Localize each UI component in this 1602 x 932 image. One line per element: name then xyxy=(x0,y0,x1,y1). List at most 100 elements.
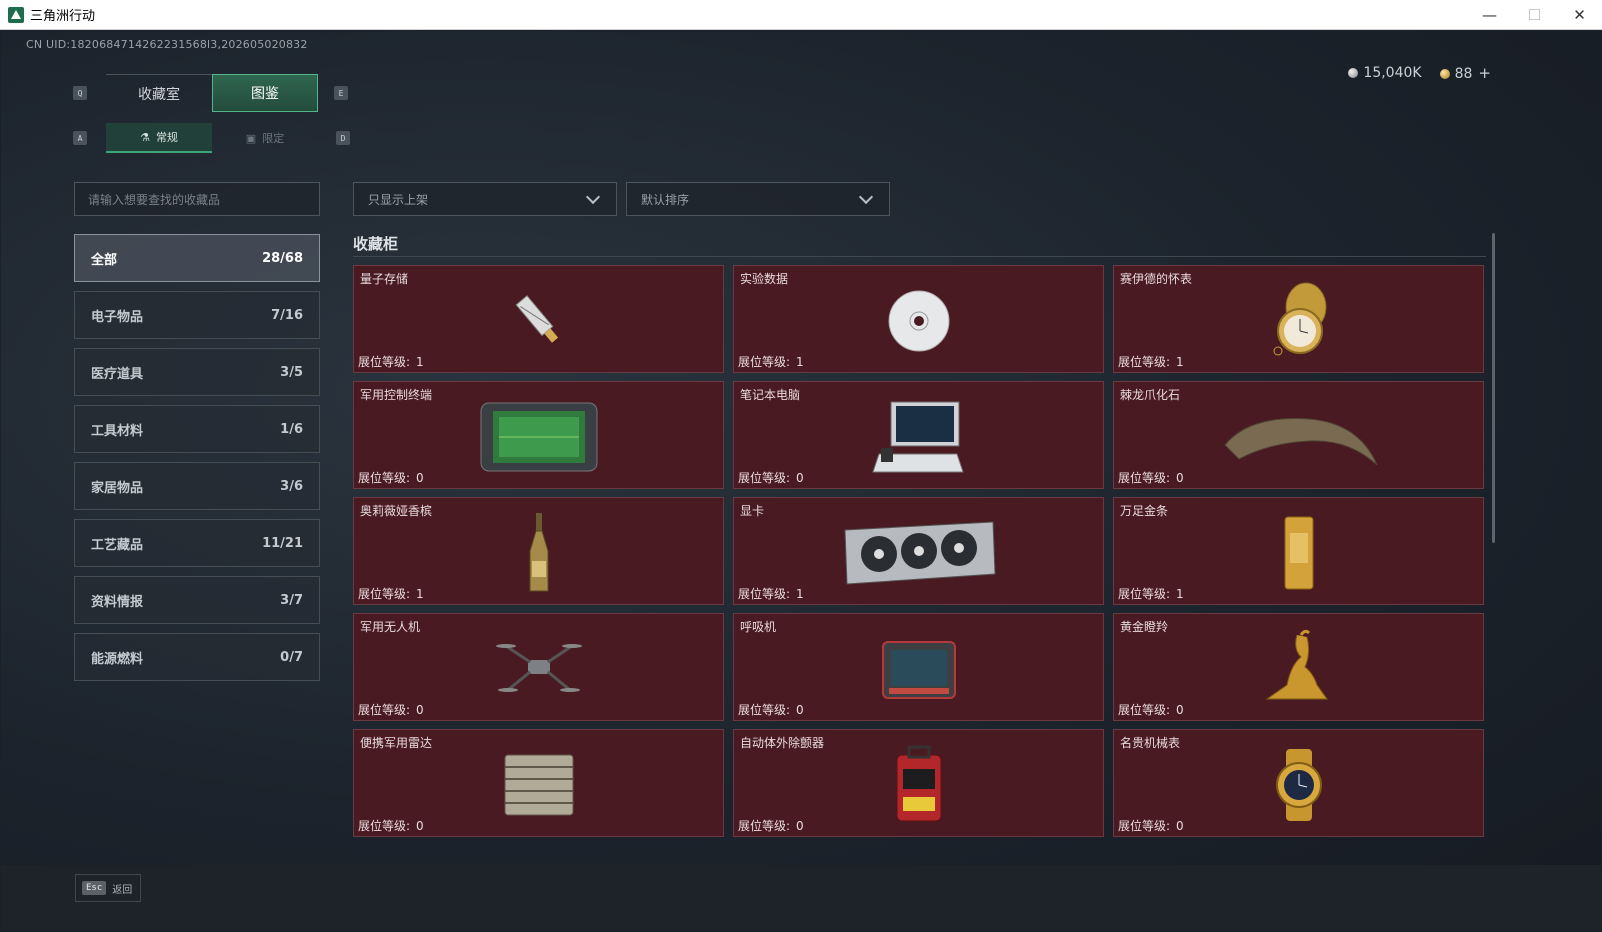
currency-display: 15,040K 88 + xyxy=(1348,64,1491,82)
collection-grid: 量子存储 展位等级: 1 实验数据 展位等级: 1 赛伊德的怀表 展位等级: 1 军用… xyxy=(353,265,1489,837)
flask-icon: ⚗ xyxy=(140,130,150,144)
maximize-button[interactable]: ☐ xyxy=(1512,0,1557,30)
champagne-icon xyxy=(529,513,548,592)
ventilator-icon xyxy=(881,641,956,700)
q-key-hint: Q xyxy=(73,86,87,100)
display-level: 展位等级: 0 xyxy=(738,703,804,717)
uid-text: CN UID:1820684714262231568l3,20260502083… xyxy=(26,38,308,51)
collection-card[interactable]: 实验数据 展位等级: 1 xyxy=(733,265,1104,373)
display-level: 展位等级: 1 xyxy=(358,587,424,601)
item-name: 自动体外除颤器 xyxy=(740,736,825,750)
item-name: 名贵机械表 xyxy=(1120,736,1181,750)
collection-card[interactable]: 万足金条 展位等级: 1 xyxy=(1113,497,1484,605)
tab-collection-room[interactable]: 收藏室 xyxy=(106,74,212,112)
category-all[interactable]: 全部 28/68 xyxy=(74,234,320,282)
collection-card[interactable]: 笔记本电脑 展位等级: 0 xyxy=(733,381,1104,489)
graphics-card-icon xyxy=(843,521,996,585)
window-title: 三角洲行动 xyxy=(30,9,96,24)
control-terminal-icon xyxy=(480,402,597,472)
item-name: 显卡 xyxy=(740,504,765,518)
gold-currency[interactable]: 88 + xyxy=(1439,64,1491,82)
item-name: 呼吸机 xyxy=(740,620,777,634)
collection-card[interactable]: 量子存储 展位等级: 1 xyxy=(353,265,724,373)
item-name: 奥莉薇娅香槟 xyxy=(360,504,433,518)
collection-card[interactable]: 黄金瞪羚 展位等级: 0 xyxy=(1113,613,1484,721)
search-input[interactable]: 请输入想要查找的收藏品 xyxy=(74,182,320,216)
category-household[interactable]: 家居物品 3/6 xyxy=(74,462,320,510)
item-name: 黄金瞪羚 xyxy=(1120,620,1169,634)
wristwatch-icon xyxy=(1275,749,1322,822)
collection-card[interactable]: 自动体外除颤器 展位等级: 0 xyxy=(733,729,1104,837)
back-label: 返回 xyxy=(112,884,133,896)
silver-currency: 15,040K xyxy=(1348,65,1422,81)
chevron-down-icon xyxy=(858,189,874,204)
display-level: 展位等级: 0 xyxy=(738,471,804,485)
back-button[interactable]: Esc 返回 xyxy=(75,874,141,902)
gold-gazelle-icon xyxy=(1264,630,1328,700)
bottom-bar xyxy=(1,865,1601,931)
drone-icon xyxy=(495,644,582,693)
claw-fossil-icon xyxy=(1223,418,1377,466)
display-level: 展位等级: 1 xyxy=(358,355,424,369)
tab-catalog[interactable]: 图鉴 xyxy=(212,74,318,112)
laptop-icon xyxy=(871,401,964,473)
item-name: 万足金条 xyxy=(1120,504,1169,518)
a-key-hint: A xyxy=(73,131,87,145)
sub-tabs: ⚗ 常规 ▣ 限定 xyxy=(106,123,318,153)
collection-card[interactable]: 赛伊德的怀表 展位等级: 1 xyxy=(1113,265,1484,373)
category-electronics[interactable]: 电子物品 7/16 xyxy=(74,291,320,339)
category-list: 全部 28/68 电子物品 7/16 医疗道具 3/5 工具材料 1/6 家居物品 3/6… xyxy=(74,234,320,690)
display-level: 展位等级: 0 xyxy=(358,703,424,717)
item-name: 棘龙爪化石 xyxy=(1120,388,1181,402)
window-titlebar: 三角洲行动 — ☐ ✕ xyxy=(0,0,1602,30)
section-divider xyxy=(353,256,1486,257)
display-level: 展位等级: 1 xyxy=(738,587,804,601)
collection-card[interactable]: 军用控制终端 展位等级: 0 xyxy=(353,381,724,489)
picture-icon: ▣ xyxy=(245,131,257,145)
display-level: 展位等级: 0 xyxy=(358,471,424,485)
close-button[interactable]: ✕ xyxy=(1557,0,1602,30)
tab-regular[interactable]: ⚗ 常规 xyxy=(106,123,212,153)
category-tools[interactable]: 工具材料 1/6 xyxy=(74,405,320,453)
item-name: 便携军用雷达 xyxy=(360,736,433,750)
display-level: 展位等级: 0 xyxy=(1118,471,1184,485)
section-title: 收藏柜 xyxy=(353,235,399,253)
chevron-down-icon xyxy=(585,189,601,204)
sort-dropdown[interactable]: 默认排序 xyxy=(626,182,890,216)
display-level: 展位等级: 0 xyxy=(1118,703,1184,717)
item-name: 笔记本电脑 xyxy=(740,388,801,402)
category-intel[interactable]: 资料情报 3/7 xyxy=(74,576,320,624)
category-fuel[interactable]: 能源燃料 0/7 xyxy=(74,633,320,681)
shelf-filter-dropdown[interactable]: 只显示上架 xyxy=(353,182,617,216)
collection-card[interactable]: 名贵机械表 展位等级: 0 xyxy=(1113,729,1484,837)
display-level: 展位等级: 0 xyxy=(738,819,804,833)
tab-limited[interactable]: ▣ 限定 xyxy=(212,123,318,153)
pocket-watch-icon xyxy=(1273,282,1326,356)
main-tabs: 收藏室 图鉴 xyxy=(106,74,318,112)
collection-card[interactable]: 奥莉薇娅香槟 展位等级: 1 xyxy=(353,497,724,605)
collection-card[interactable]: 呼吸机 展位等级: 0 xyxy=(733,613,1104,721)
game-viewport: CN UID:1820684714262231568l3,20260502083… xyxy=(1,31,1601,931)
add-currency-icon[interactable]: + xyxy=(1478,64,1491,82)
display-level: 展位等级: 1 xyxy=(1118,587,1184,601)
esc-key-hint: Esc xyxy=(82,881,107,895)
grid-scrollbar[interactable] xyxy=(1492,233,1495,543)
category-medical[interactable]: 医疗道具 3/5 xyxy=(74,348,320,396)
disc-icon xyxy=(888,290,949,352)
display-level: 展位等级: 1 xyxy=(738,355,804,369)
collection-card[interactable]: 便携军用雷达 展位等级: 0 xyxy=(353,729,724,837)
collection-card[interactable]: 军用无人机 展位等级: 0 xyxy=(353,613,724,721)
minimize-button[interactable]: — xyxy=(1467,0,1512,30)
d-key-hint: D xyxy=(336,131,350,145)
display-level: 展位等级: 1 xyxy=(1118,355,1184,369)
item-name: 军用无人机 xyxy=(360,620,421,634)
e-key-hint: E xyxy=(334,86,348,100)
app-logo-icon xyxy=(8,6,24,23)
gold-coin-icon xyxy=(1439,69,1450,79)
collection-grid-viewport: 量子存储 展位等级: 1 实验数据 展位等级: 1 赛伊德的怀表 展位等级: 1 军用… xyxy=(353,265,1489,862)
category-crafts[interactable]: 工艺藏品 11/21 xyxy=(74,519,320,567)
collection-card[interactable]: 显卡 展位等级: 1 xyxy=(733,497,1104,605)
display-level: 展位等级: 0 xyxy=(358,819,424,833)
collection-card[interactable]: 棘龙爪化石 展位等级: 0 xyxy=(1113,381,1484,489)
silver-coin-icon xyxy=(1348,68,1359,78)
